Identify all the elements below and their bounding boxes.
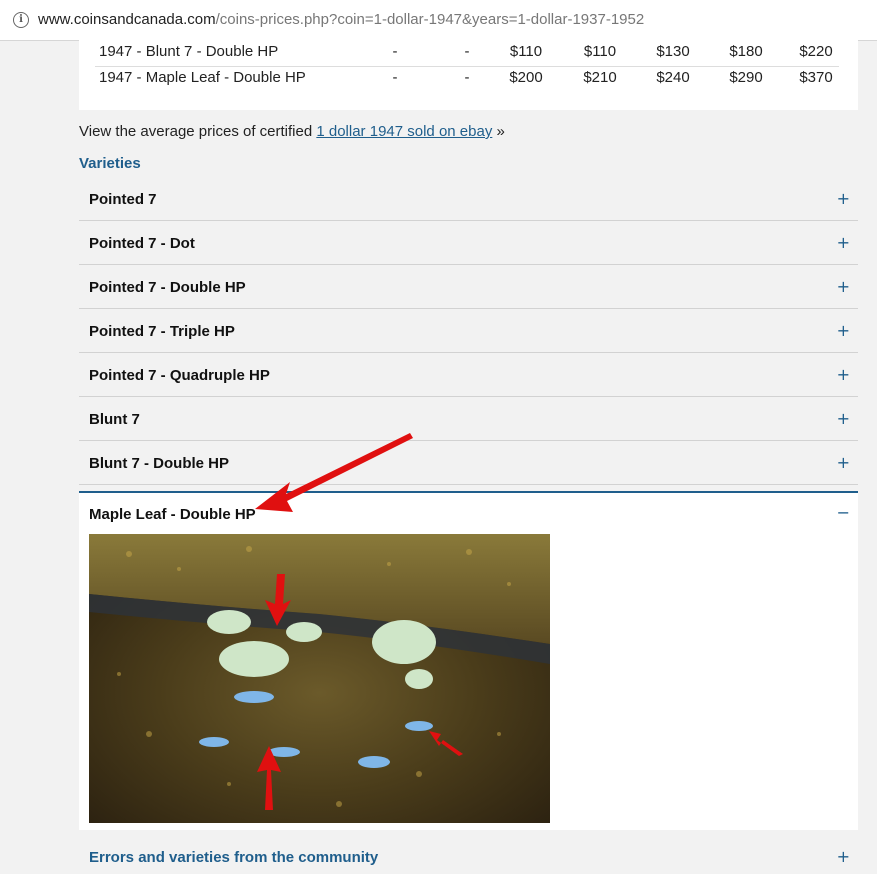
expand-icon[interactable]: + (837, 321, 850, 340)
price-cell: - (392, 43, 398, 60)
collapse-icon[interactable]: − (837, 503, 850, 522)
price-cell: $290 (729, 69, 763, 86)
expand-icon[interactable]: + (837, 233, 850, 252)
price-cell: $370 (799, 69, 833, 86)
variety-label: Pointed 7 - Triple HP (89, 323, 235, 340)
expand-icon[interactable]: + (837, 277, 850, 296)
expand-icon[interactable]: + (837, 847, 850, 866)
expand-icon[interactable]: + (837, 409, 850, 428)
url-path: /coins-prices.php?coin=1-dollar-1947&yea… (215, 11, 645, 28)
variety-label: Pointed 7 - Dot (89, 235, 195, 252)
price-cell: $130 (656, 43, 690, 60)
expand-icon[interactable]: + (837, 189, 850, 208)
ebay-link[interactable]: 1 dollar 1947 sold on ebay (316, 123, 492, 140)
variety-item[interactable]: Pointed 7 + (79, 177, 858, 221)
price-table: 1947 - Blunt 7 - Double HP - - $110 $110… (79, 40, 858, 110)
table-row: 1947 - Blunt 7 - Double HP - - $110 $110… (95, 40, 839, 67)
row-name: 1947 - Maple Leaf - Double HP (99, 69, 306, 86)
info-icon[interactable]: i (13, 12, 29, 28)
varieties-accordion: Pointed 7 + Pointed 7 - Dot + Pointed 7 … (79, 177, 858, 485)
varieties-heading: Varieties (79, 155, 141, 172)
variety-label: Pointed 7 (89, 191, 157, 208)
price-cell: $110 (509, 43, 543, 60)
variety-item-open[interactable]: Maple Leaf - Double HP − (79, 491, 858, 830)
browser-address-bar[interactable]: i www.coinsandcanada.com/coins-prices.ph… (0, 0, 877, 41)
community-accordion-item[interactable]: Errors and varieties from the community … (79, 838, 858, 874)
variety-label: Blunt 7 - Double HP (89, 455, 229, 472)
expand-icon[interactable]: + (837, 365, 850, 384)
url-text[interactable]: www.coinsandcanada.com/coins-prices.php?… (38, 11, 644, 28)
price-cell: - (464, 69, 470, 86)
price-cell: $110 (583, 43, 617, 60)
expand-icon[interactable]: + (837, 453, 850, 472)
coin-closeup-photo (89, 534, 550, 823)
price-cell: - (464, 43, 470, 60)
table-row: 1947 - Maple Leaf - Double HP - - $200 $… (95, 66, 839, 92)
ebay-suffix: » (492, 123, 505, 140)
variety-item[interactable]: Blunt 7 - Double HP + (79, 441, 858, 485)
variety-item[interactable]: Pointed 7 - Quadruple HP + (79, 353, 858, 397)
variety-label: Maple Leaf - Double HP (89, 506, 256, 523)
variety-item[interactable]: Pointed 7 - Double HP + (79, 265, 858, 309)
price-cell: $180 (729, 43, 763, 60)
variety-label: Blunt 7 (89, 411, 140, 428)
ebay-prices-line: View the average prices of certified 1 d… (79, 123, 505, 140)
ebay-prefix: View the average prices of certified (79, 123, 317, 140)
price-cell: $240 (656, 69, 690, 86)
price-cell: - (392, 69, 398, 86)
variety-label: Pointed 7 - Quadruple HP (89, 367, 270, 384)
row-name: 1947 - Blunt 7 - Double HP (99, 43, 279, 60)
variety-item[interactable]: Pointed 7 - Dot + (79, 221, 858, 265)
variety-label: Pointed 7 - Double HP (89, 279, 246, 296)
price-cell: $220 (799, 43, 833, 60)
price-cell: $200 (509, 69, 543, 86)
variety-item[interactable]: Blunt 7 + (79, 397, 858, 441)
community-label: Errors and varieties from the community (89, 849, 379, 866)
variety-item[interactable]: Pointed 7 - Triple HP + (79, 309, 858, 353)
price-cell: $210 (583, 69, 617, 86)
url-host: www.coinsandcanada.com (38, 11, 216, 28)
